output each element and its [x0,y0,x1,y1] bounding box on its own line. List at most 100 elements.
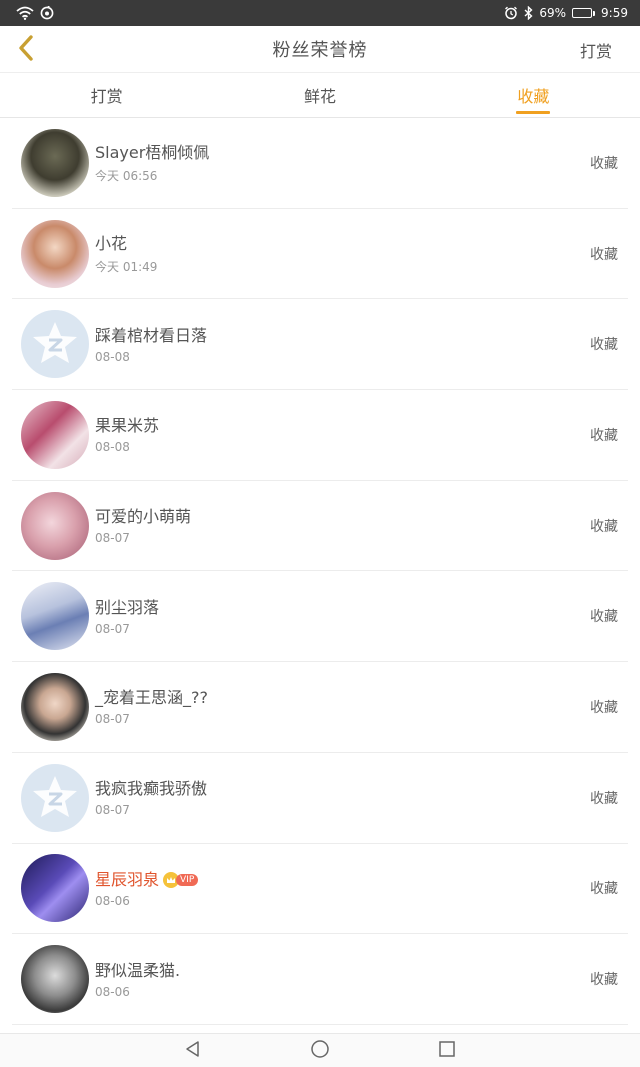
reward-button[interactable]: 打赏 [580,26,612,73]
name-line: 果果米苏 [95,415,159,437]
avatar[interactable] [21,945,89,1014]
action-label: 收藏 [590,246,618,263]
battery-percent: 69% [539,6,567,20]
chevron-left-icon [17,34,35,66]
fan-name: 野似温柔猫. [95,960,181,980]
fan-name: Slayer梧桐倾佩 [95,142,210,162]
avatar[interactable] [21,219,89,288]
action-label: 收藏 [590,155,618,172]
name-line: 小花 [95,233,157,255]
status-bar: 69% 9:59 [0,0,640,26]
wifi-icon [16,6,34,20]
fan-info: 野似温柔猫. 08-06 [95,960,180,999]
fan-name: 星辰羽泉 [95,869,160,889]
name-line: 别尘羽落 [95,597,159,619]
avatar[interactable] [21,491,89,560]
fan-name: 可爱的小萌萌 [95,507,192,527]
name-line: 野似温柔猫. [95,960,180,982]
action-label: 收藏 [590,790,618,807]
fan-time: 08-07 [95,621,130,636]
avatar[interactable] [21,128,89,197]
fan-info: 我疯我癫我骄傲 08-07 [95,778,207,817]
fan-info: Slayer梧桐倾佩今天 06:56 [95,142,209,184]
action-label: 收藏 [590,881,618,898]
system-nav-bar [0,1033,640,1067]
fan-name: 我疯我癫我骄傲 [95,779,208,799]
avatar[interactable] [21,672,89,741]
page-title: 粉丝荣誉榜 [272,40,368,61]
fan-name: 果果米苏 [95,416,160,436]
list-item[interactable]: _宠着王思涵_?? 08-07 收藏 [12,662,628,753]
notification-app-icon [40,6,54,20]
app-header: 粉丝荣誉榜 打赏 [0,26,640,73]
fan-info: 别尘羽落 08-07 [95,597,159,636]
fan-name: _宠着王思涵_?? [95,688,208,708]
fan-info: 踩着棺材看日落 08-08 [95,325,207,364]
tab-label: 打赏 [90,87,123,106]
default-avatar-icon[interactable] [21,763,89,832]
name-line: 踩着棺材看日落 [95,325,207,347]
fan-info: 星辰羽泉 VIP 08-06 [95,869,199,908]
recents-square-icon [438,1040,456,1062]
list-item[interactable]: 别尘羽落 08-07 收藏 [12,571,628,663]
avatar[interactable] [21,582,89,651]
home-circle-icon [310,1039,330,1063]
battery-icon [572,8,596,18]
tab-label: 鲜花 [303,87,336,106]
avatar[interactable] [21,400,89,469]
list-item[interactable]: 可爱的小萌萌 08-07 收藏 [12,481,628,572]
alarm-icon [504,6,518,20]
fan-time: 08-07 [95,803,130,818]
name-line: 可爱的小萌萌 [95,506,191,528]
vip-label: VIP [176,873,199,886]
fan-info: 可爱的小萌萌 08-07 [95,506,191,545]
name-line: _宠着王思涵_?? [95,687,208,709]
nav-back-button[interactable] [173,1036,213,1066]
back-triangle-icon [184,1040,202,1062]
action-label: 收藏 [590,518,618,535]
list-item[interactable]: 野似温柔猫. 08-06 收藏 [12,934,628,1025]
nav-recents-button[interactable] [427,1036,467,1066]
list-item[interactable]: 踩着棺材看日落 08-08 收藏 [12,299,628,391]
fan-time: 08-06 [95,984,130,999]
fan-info: 果果米苏 08-08 [95,415,159,454]
nav-home-button[interactable] [300,1036,340,1066]
name-line: 我疯我癫我骄傲 [95,778,207,800]
clock: 9:59 [601,6,628,20]
action-label: 收藏 [590,972,618,989]
list-item[interactable]: Slayer梧桐倾佩今天 06:56 收藏 [12,118,628,209]
fan-list: Slayer梧桐倾佩 今天 06:56 收藏 小花 今天 01:49 收藏 踩着棺材看日落 0… [0,118,640,1025]
action-label: 收藏 [590,609,618,626]
action-label: 收藏 [590,337,618,354]
fan-time: 08-08 [95,440,130,455]
avatar[interactable] [21,854,89,923]
name-line: 星辰羽泉 VIP [95,869,199,891]
fan-name: 小花 [95,233,128,253]
list-item[interactable]: 果果米苏 08-08 收藏 [12,390,628,481]
action-label: 收藏 [590,699,618,716]
fan-info: 小花今天 01:49 [95,233,157,275]
fan-time: 08-07 [95,531,130,546]
name-line: Slayer梧桐倾佩 [95,142,209,164]
fan-name: 踩着棺材看日落 [95,325,208,345]
fan-time: 08-06 [95,893,130,908]
fan-time: 08-07 [95,712,130,727]
fan-time: 今天 01:49 [95,259,158,274]
fan-name: 别尘羽落 [95,597,160,617]
fan-info: _宠着王思涵_?? 08-07 [95,687,208,726]
tab-1[interactable]: 鲜花 [213,73,426,117]
fan-time: 08-08 [95,349,130,364]
tab-bar: 打赏 鲜花 收藏 [0,73,640,118]
fan-time: 今天 06:56 [95,168,158,183]
tab-2[interactable]: 收藏 [427,73,640,117]
default-avatar-icon[interactable] [21,310,89,379]
vip-badge: VIP [163,871,199,888]
action-label: 收藏 [590,427,618,444]
list-item[interactable]: 星辰羽泉 VIP 08-06 收藏 [12,844,628,935]
back-button[interactable] [6,30,46,70]
tab-label: 收藏 [517,87,550,106]
bluetooth-icon [524,6,533,20]
tab-0[interactable]: 打赏 [0,73,213,117]
list-item[interactable]: 我疯我癫我骄傲 08-07 收藏 [12,753,628,844]
list-item[interactable]: 小花今天 01:49 收藏 [12,209,628,300]
